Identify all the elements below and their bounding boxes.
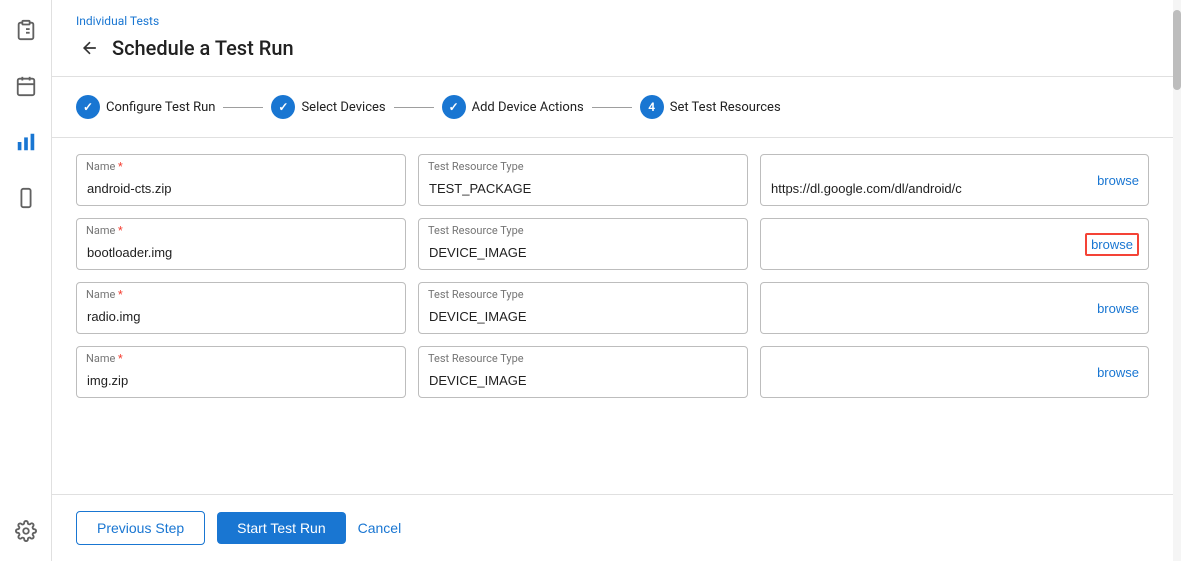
url-input-1[interactable]: [760, 154, 1149, 206]
step-2-circle: ✓: [271, 95, 295, 119]
browse-button-4[interactable]: browse: [1097, 365, 1139, 380]
form-area: Name * Test Resource Type Download Url *…: [52, 138, 1173, 494]
url-input-4[interactable]: [760, 346, 1149, 398]
resource-row-2: Name * Test Resource Type Download Url *…: [76, 218, 1149, 270]
sidebar-icon-clipboard[interactable]: [8, 12, 44, 48]
type-field-4: Test Resource Type: [418, 346, 748, 398]
step-3-circle: ✓: [442, 95, 466, 119]
main-content: Individual Tests Schedule a Test Run ✓ C…: [52, 0, 1173, 561]
browse-button-2[interactable]: browse: [1085, 233, 1139, 256]
url-field-inner-2: browse: [760, 218, 1149, 270]
browse-button-1[interactable]: browse: [1097, 173, 1139, 188]
browse-button-3[interactable]: browse: [1097, 301, 1139, 316]
resource-row-1: Name * Test Resource Type Download Url *…: [76, 154, 1149, 206]
sidebar: [0, 0, 52, 561]
type-field-3: Test Resource Type: [418, 282, 748, 334]
type-input-1[interactable]: [418, 154, 748, 206]
name-field-2: Name *: [76, 218, 406, 270]
type-input-3[interactable]: [418, 282, 748, 334]
step-3: ✓ Add Device Actions: [442, 95, 584, 119]
sidebar-icon-gear[interactable]: [8, 513, 44, 549]
name-field-4: Name *: [76, 346, 406, 398]
type-input-2[interactable]: [418, 218, 748, 270]
step-1: ✓ Configure Test Run: [76, 95, 215, 119]
sidebar-icon-barchart[interactable]: [8, 124, 44, 160]
resource-row-3: Name * Test Resource Type Download Url *…: [76, 282, 1149, 334]
back-button[interactable]: [76, 34, 104, 62]
sidebar-icon-calendar[interactable]: [8, 68, 44, 104]
resource-row-4: Name * Test Resource Type Download Url *…: [76, 346, 1149, 398]
scrollbar-track[interactable]: [1173, 0, 1181, 561]
step-2-label: Select Devices: [301, 100, 385, 115]
step-4-label: Set Test Resources: [670, 100, 781, 115]
scrollbar-thumb[interactable]: [1173, 10, 1181, 90]
step-divider-2: [394, 107, 434, 108]
url-input-3[interactable]: [760, 282, 1149, 334]
url-field-inner-1: browse: [760, 154, 1149, 206]
step-divider-1: [223, 107, 263, 108]
page-title: Schedule a Test Run: [112, 36, 294, 60]
step-divider-3: [592, 107, 632, 108]
cancel-button[interactable]: Cancel: [358, 520, 402, 536]
name-field-1: Name *: [76, 154, 406, 206]
url-field-inner-3: browse: [760, 282, 1149, 334]
previous-step-button[interactable]: Previous Step: [76, 511, 205, 545]
name-input-3[interactable]: [76, 282, 406, 334]
url-field-4: Download Url * browse: [760, 346, 1149, 398]
step-1-circle: ✓: [76, 95, 100, 119]
step-4: 4 Set Test Resources: [640, 95, 781, 119]
name-input-4[interactable]: [76, 346, 406, 398]
name-input-2[interactable]: [76, 218, 406, 270]
name-input-1[interactable]: [76, 154, 406, 206]
url-field-2: Download Url * browse: [760, 218, 1149, 270]
type-field-1: Test Resource Type: [418, 154, 748, 206]
sidebar-icon-phone[interactable]: [8, 180, 44, 216]
url-field-1: Download Url * browse: [760, 154, 1149, 206]
step-4-circle: 4: [640, 95, 664, 119]
page-header: Schedule a Test Run: [52, 28, 1173, 77]
footer-actions: Previous Step Start Test Run Cancel: [52, 494, 1173, 561]
name-field-3: Name *: [76, 282, 406, 334]
stepper: ✓ Configure Test Run ✓ Select Devices ✓ …: [52, 77, 1173, 138]
step-3-label: Add Device Actions: [472, 100, 584, 115]
step-2: ✓ Select Devices: [271, 95, 385, 119]
url-field-inner-4: browse: [760, 346, 1149, 398]
breadcrumb: Individual Tests: [52, 0, 1173, 28]
type-field-2: Test Resource Type: [418, 218, 748, 270]
start-test-run-button[interactable]: Start Test Run: [217, 512, 345, 544]
url-field-3: Download Url * browse: [760, 282, 1149, 334]
step-1-label: Configure Test Run: [106, 100, 215, 115]
type-input-4[interactable]: [418, 346, 748, 398]
